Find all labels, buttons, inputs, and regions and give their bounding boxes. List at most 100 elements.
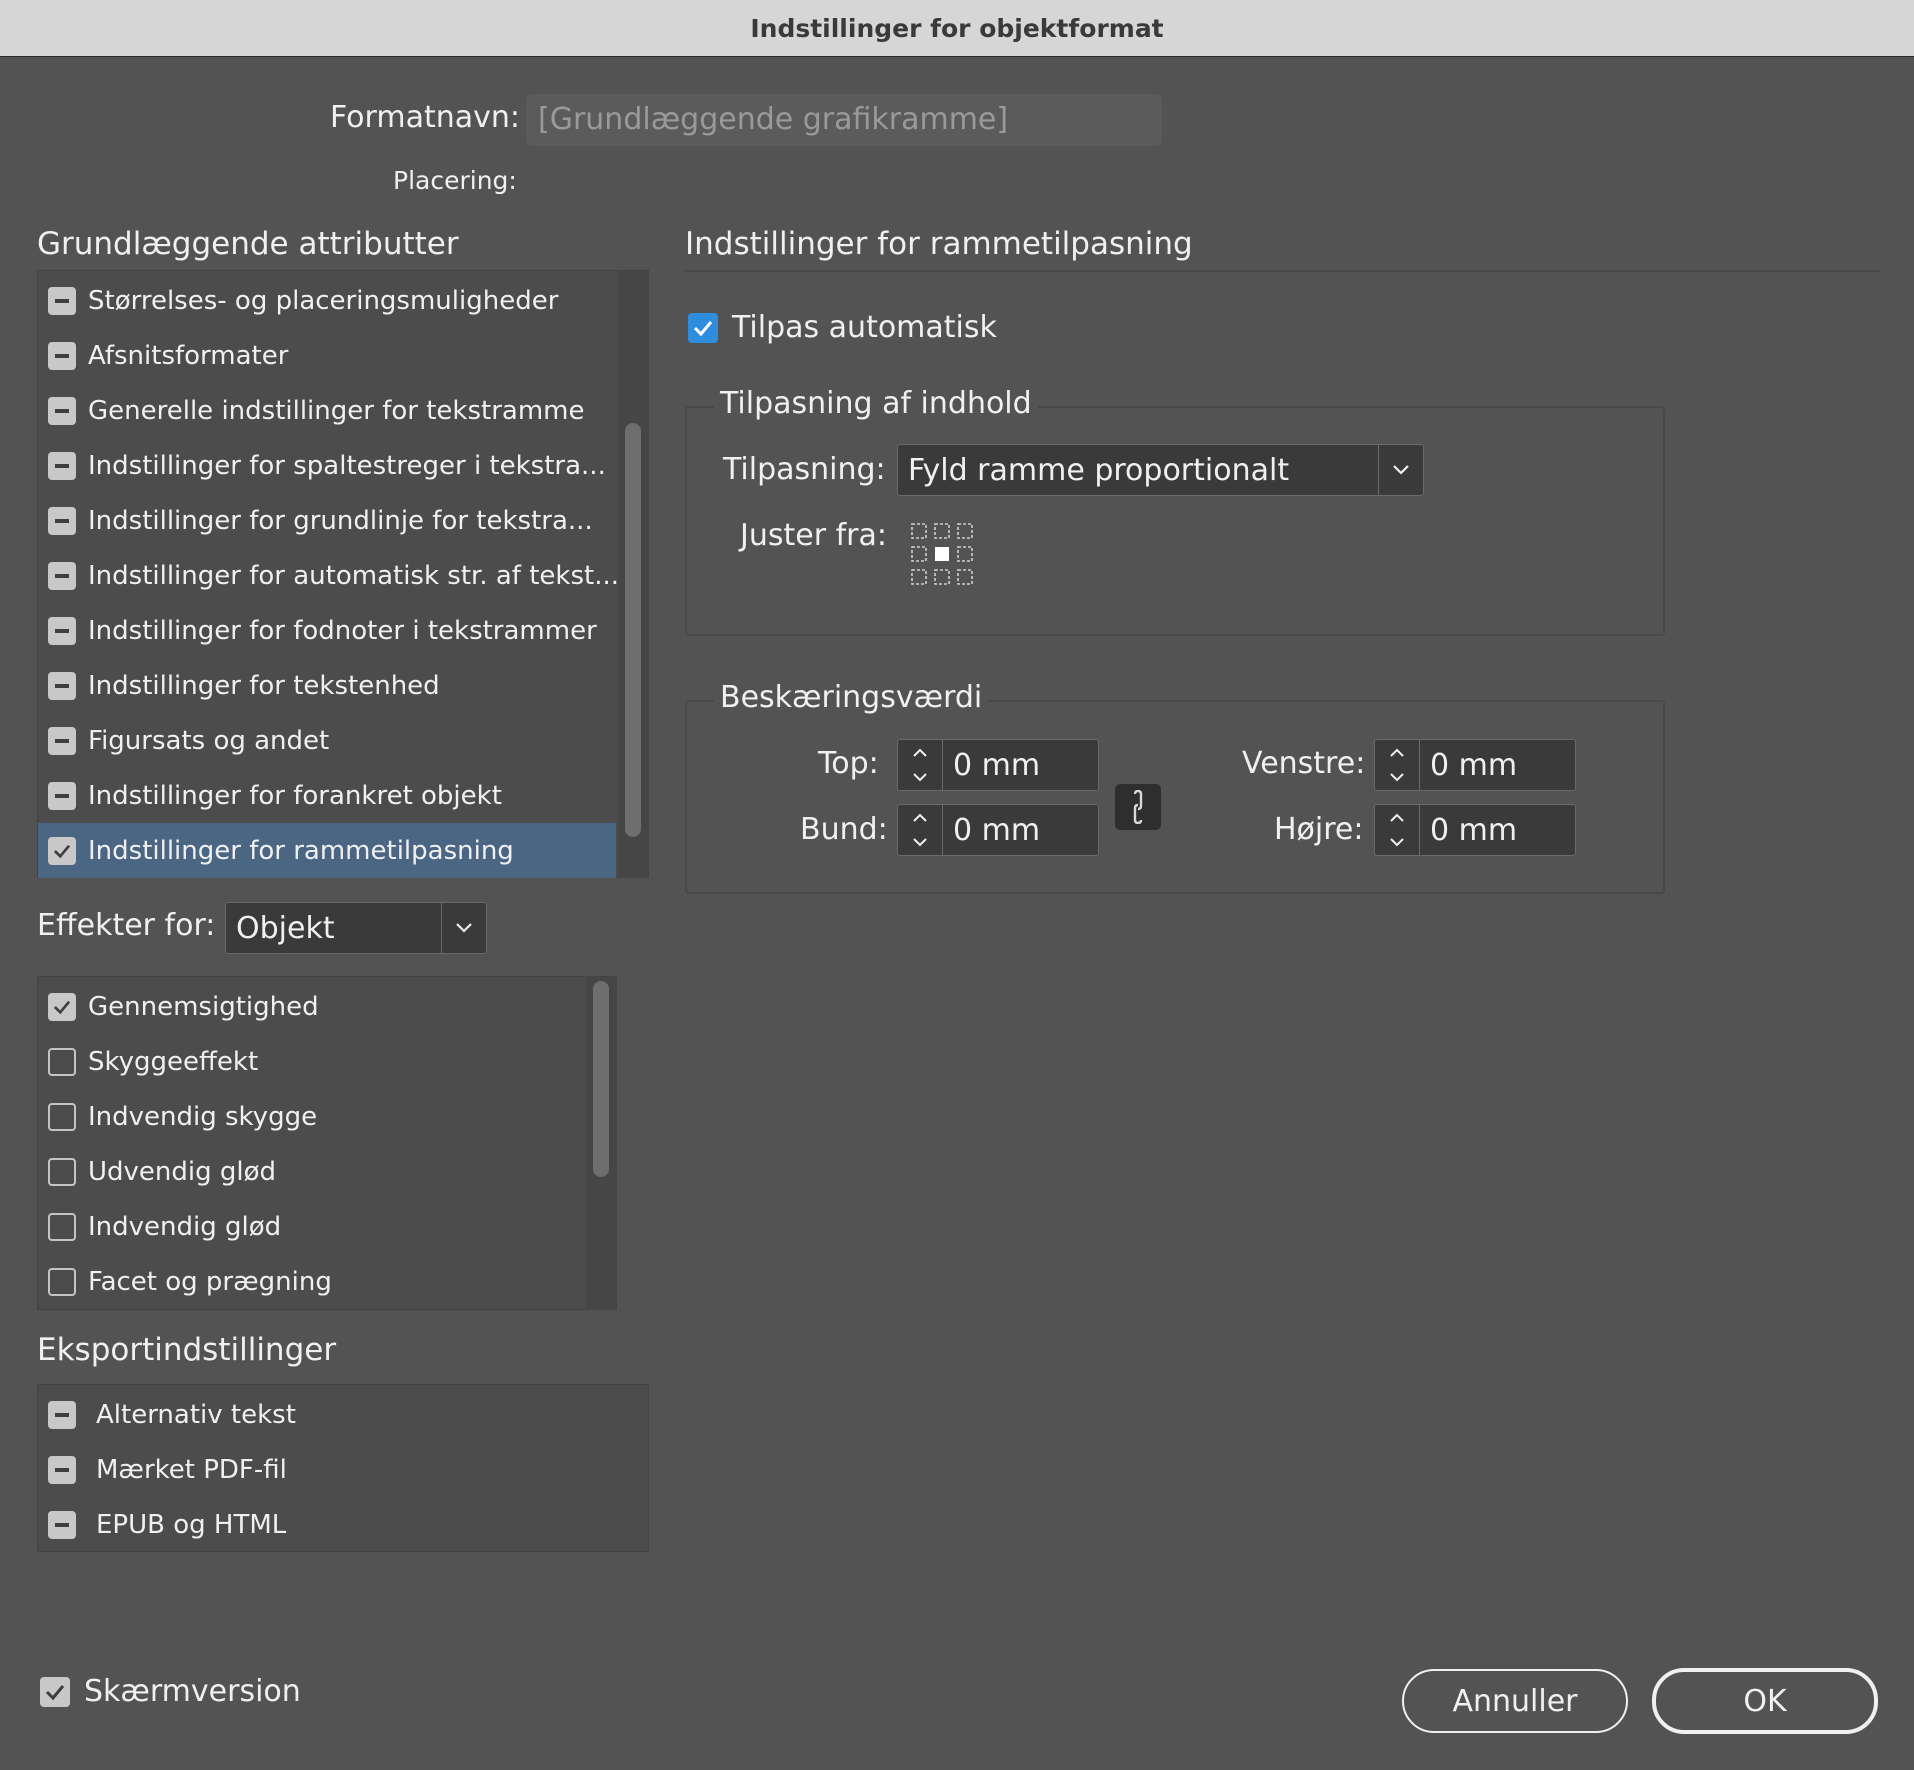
basic-attribute-item[interactable]: Generelle indstillinger for tekstramme [38,383,608,438]
crop-left-value: 0 mm [1430,747,1518,783]
stepper-icon[interactable] [1375,805,1420,855]
auto-fit-row[interactable]: Tilpas automatisk [688,310,997,345]
title-bar: Indstillinger for objektformat [0,0,1914,57]
basic-attribute-item[interactable]: Figursats og andet [38,713,608,768]
basic-attribute-label: Figursats og andet [88,725,330,756]
basic-attribute-item[interactable]: Indstillinger for spaltestreger i tekstr… [38,438,608,493]
export-label: Alternativ tekst [96,1399,296,1430]
ok-button[interactable]: OK [1652,1668,1878,1734]
basic-attributes-heading: Grundlæggende attributter [37,226,459,262]
crop-left-field[interactable]: 0 mm [1374,739,1576,791]
minus-checkbox-icon[interactable] [48,396,76,425]
align-from-label: Juster fra: [740,518,887,553]
basic-attribute-item[interactable]: Indstillinger for rammetilpasning [38,823,616,878]
chevron-down-icon [1378,445,1423,495]
effect-item[interactable]: Gennemsigtighed [38,979,578,1034]
basic-attribute-item[interactable]: Indstillinger for forankret objekt [38,768,608,823]
minus-checkbox-icon[interactable] [48,561,76,590]
location-label: Placering: [393,166,517,195]
crop-bottom-value: 0 mm [953,812,1041,848]
effect-label: Indvendig skygge [88,1101,318,1132]
basic-attribute-label: Indstillinger for grundlinje for tekstra… [88,505,593,536]
stepper-icon[interactable] [898,740,943,790]
crop-bottom-field[interactable]: 0 mm [897,804,1099,856]
checkbox-empty-icon[interactable] [48,1212,76,1241]
minus-checkbox-icon[interactable] [48,286,76,315]
effects-for-select[interactable]: Objekt [225,902,487,954]
effect-item[interactable]: Indvendig skygge [38,1089,578,1144]
export-label: Mærket PDF-fil [96,1454,287,1485]
format-name-field[interactable]: [Grundlæggende grafikramme] [526,94,1162,146]
checkbox-empty-icon[interactable] [48,1047,76,1076]
minus-checkbox-icon[interactable] [48,781,76,810]
checkbox-checked-icon[interactable] [48,992,76,1021]
basic-attribute-label: Indstillinger for rammetilpasning [88,835,514,866]
minus-checkbox-icon[interactable] [48,1455,76,1484]
fitting-value: Fyld ramme proportionalt [908,452,1290,488]
screen-version-checkbox[interactable] [40,1676,70,1707]
basic-attribute-label: Indstillinger for spaltestreger i tekstr… [88,450,606,481]
crop-left-label: Venstre: [1242,746,1366,781]
crop-amount-group [685,700,1665,894]
minus-checkbox-icon[interactable] [48,506,76,535]
effect-label: Indvendig glød [88,1211,282,1242]
effect-item[interactable]: Skyggeeffekt [38,1034,578,1089]
effect-label: Skyggeeffekt [88,1046,259,1077]
auto-fit-label: Tilpas automatisk [732,310,997,345]
object-style-dialog: Indstillinger for objektformat Formatnav… [0,0,1914,1770]
reference-point-grid-icon[interactable] [910,522,974,586]
checkbox-empty-icon[interactable] [48,1157,76,1186]
chain-link-icon[interactable] [1115,784,1161,830]
effect-item[interactable]: Indvendig glød [38,1199,578,1254]
export-item[interactable]: Mærket PDF-fil [38,1442,638,1497]
minus-checkbox-icon[interactable] [48,1510,76,1539]
effects-list-scrollbar[interactable] [586,977,616,1309]
effects-list: Gennemsigtighed Skyggeeffekt Indvendig sky… [37,976,617,1310]
basic-attribute-label: Indstillinger for fodnoter i tekstrammer [88,615,597,646]
minus-checkbox-icon[interactable] [48,671,76,700]
basic-attribute-item[interactable]: Indstillinger for grundlinje for tekstra… [38,493,608,548]
auto-fit-checkbox[interactable] [688,312,718,343]
stepper-icon[interactable] [1375,740,1420,790]
screen-version-label: Skærmversion [84,1674,301,1709]
export-heading: Eksportindstillinger [37,1332,337,1368]
fitting-label: Tilpasning: [723,452,886,487]
minus-checkbox-icon[interactable] [48,451,76,480]
crop-top-label: Top: [818,746,879,781]
minus-checkbox-icon[interactable] [48,1400,76,1429]
screen-version-row[interactable]: Skærmversion [40,1674,301,1709]
effect-label: Gennemsigtighed [88,991,319,1022]
basic-attribute-label: Størrelses- og placeringsmuligheder [88,285,559,316]
checkbox-checked-icon[interactable] [48,836,76,865]
basic-attribute-item[interactable]: Indstillinger for automatisk str. af tek… [38,548,619,603]
export-item[interactable]: EPUB og HTML [38,1497,638,1552]
basic-list-scrollbar[interactable] [618,271,648,877]
basic-attribute-item[interactable]: Indstillinger for fodnoter i tekstrammer [38,603,608,658]
crop-right-field[interactable]: 0 mm [1374,804,1576,856]
effect-item[interactable]: Facet og prægning [38,1254,578,1309]
chevron-down-icon [441,903,486,953]
minus-checkbox-icon[interactable] [48,726,76,755]
effect-label: Facet og prægning [88,1266,332,1297]
basic-attribute-item[interactable]: Indstillinger for tekstenhed [38,658,608,713]
fitting-select[interactable]: Fyld ramme proportionalt [897,444,1424,496]
basic-list-scroll-thumb[interactable] [625,423,641,837]
basic-attribute-label: Indstillinger for tekstenhed [88,670,440,701]
minus-checkbox-icon[interactable] [48,341,76,370]
minus-checkbox-icon[interactable] [48,616,76,645]
stepper-icon[interactable] [898,805,943,855]
effect-item[interactable]: Udvendig glød [38,1144,578,1199]
basic-attribute-label: Generelle indstillinger for tekstramme [88,395,585,426]
cancel-button[interactable]: Annuller [1402,1669,1628,1733]
effects-list-scroll-thumb[interactable] [593,981,609,1177]
checkbox-empty-icon[interactable] [48,1102,76,1131]
checkbox-empty-icon[interactable] [48,1267,76,1296]
basic-attribute-item[interactable]: Størrelses- og placeringsmuligheder [38,273,608,328]
export-item[interactable]: Alternativ tekst [38,1387,638,1442]
content-fitting-title: Tilpasning af indhold [714,386,1038,421]
crop-top-field[interactable]: 0 mm [897,739,1099,791]
basic-attribute-item[interactable]: Afsnitsformater [38,328,608,383]
crop-bottom-label: Bund: [800,812,888,847]
basic-attribute-label: Indstillinger for forankret objekt [88,780,502,811]
basic-attribute-label: Indstillinger for automatisk str. af tek… [88,560,619,591]
